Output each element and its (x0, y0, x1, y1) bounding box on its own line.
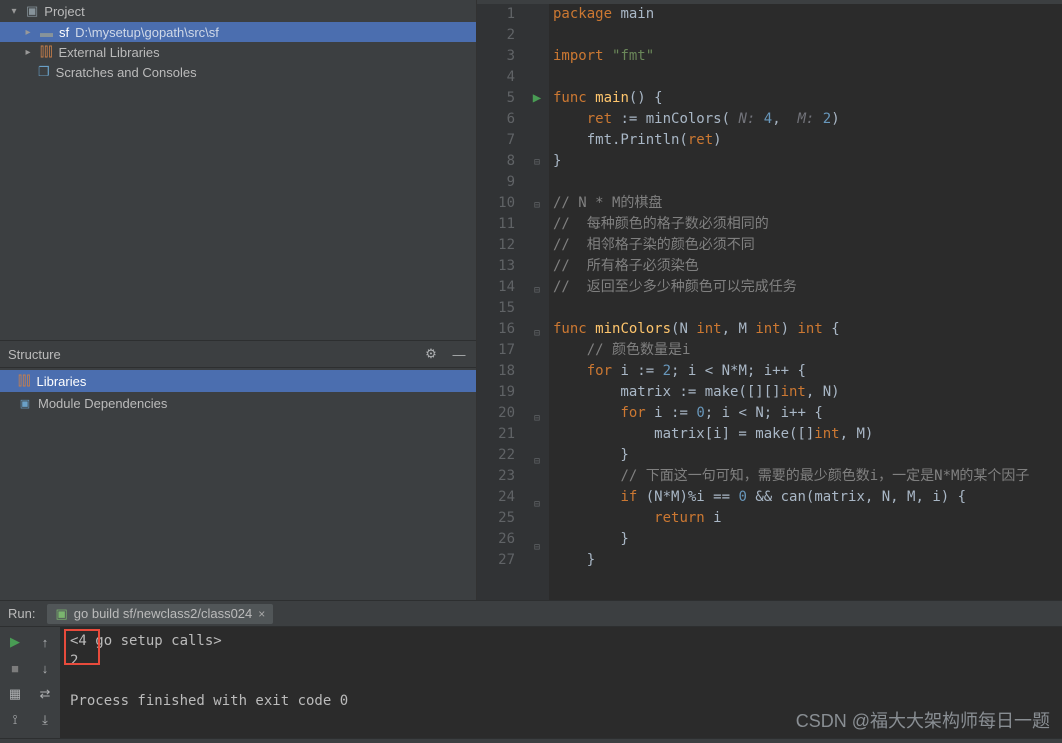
structure-item-libraries[interactable]: ⫿⫿⫿ Libraries (0, 370, 476, 392)
console-line (70, 673, 1052, 693)
project-label: Project (44, 4, 84, 19)
tree-row-external-libs[interactable]: ▸ ⫿⫿⫿ External Libraries (0, 42, 476, 62)
structure-title: Structure (8, 347, 61, 362)
chevron-down-icon[interactable]: ▾ (8, 6, 20, 17)
export-icon[interactable]: ⤓ (36, 711, 54, 729)
scratches-icon: ❐ (38, 64, 50, 80)
tree-item-name: Scratches and Consoles (56, 65, 197, 80)
run-tab-label: go build sf/newclass2/class024 (74, 606, 253, 621)
stop-icon[interactable]: ■ (6, 659, 24, 677)
library-icon: ⫿⫿⫿ (40, 44, 52, 60)
line-number-gutter: 1234567891011121314151617181920212223242… (477, 4, 525, 600)
structure-item-module-deps[interactable]: ▣ Module Dependencies (0, 392, 476, 414)
folder-icon: ▬ (40, 25, 53, 40)
tree-item-name: sf (59, 25, 69, 40)
project-root-row[interactable]: ▾ ▣ Project (0, 0, 476, 22)
close-icon[interactable]: × (258, 607, 265, 621)
fold-gutter[interactable]: ▶ ⊟ ⊟ ⊟ ⊟ ⊟ ⊟ ⊟ ⊟ (525, 4, 549, 600)
project-icon: ▣ (26, 3, 38, 19)
tree-item-name: External Libraries (58, 45, 159, 60)
wrap-icon[interactable]: ⇄ (36, 685, 54, 703)
chevron-right-icon[interactable]: ▸ (22, 47, 34, 58)
highlight-box (64, 629, 100, 665)
status-bar (0, 738, 1062, 743)
tree-row-scratches[interactable]: ❐ Scratches and Consoles (0, 62, 476, 82)
rerun-icon[interactable]: ▶ (6, 633, 24, 651)
minimize-icon[interactable]: — (450, 345, 468, 363)
gear-icon[interactable]: ⚙ (422, 345, 440, 363)
chevron-right-icon[interactable]: ▸ (22, 27, 34, 38)
pin-icon[interactable]: ⟟ (6, 711, 24, 729)
down-icon[interactable]: ↓ (36, 659, 54, 677)
run-config-tab[interactable]: ▣ go build sf/newclass2/class024 × (47, 604, 273, 624)
layout-icon[interactable]: ▦ (6, 685, 24, 703)
tree-item-path: D:\mysetup\gopath\src\sf (75, 25, 219, 40)
run-label: Run: (8, 606, 35, 621)
up-icon[interactable]: ↑ (36, 633, 54, 651)
run-toolbar-left: ▶ ■ ▦ ⟟ (0, 627, 30, 738)
code-area[interactable]: package main import "fmt" func main() { … (549, 4, 1062, 600)
module-icon: ▣ (18, 396, 32, 410)
console-line: <4 go setup calls> (70, 633, 1052, 653)
structure-item-label: Module Dependencies (38, 396, 167, 411)
structure-panel: Structure ⚙ — ⫿⫿⫿ Libraries ▣ Module Dep… (0, 340, 476, 600)
watermark: CSDN @福大大架构师每日一题 (796, 707, 1050, 733)
project-tree: ▾ ▣ Project ▸ ▬ sf D:\mysetup\gopath\src… (0, 0, 476, 340)
structure-item-label: Libraries (36, 374, 86, 389)
library-icon: ⫿⫿⫿ (18, 373, 30, 389)
console-line: 2 (70, 653, 1052, 673)
code-editor[interactable]: 1234567891011121314151617181920212223242… (477, 4, 1062, 600)
run-toolbar-right: ↑ ↓ ⇄ ⤓ (30, 627, 60, 738)
go-build-icon: ▣ (55, 606, 67, 622)
tree-row-sf[interactable]: ▸ ▬ sf D:\mysetup\gopath\src\sf (0, 22, 476, 42)
